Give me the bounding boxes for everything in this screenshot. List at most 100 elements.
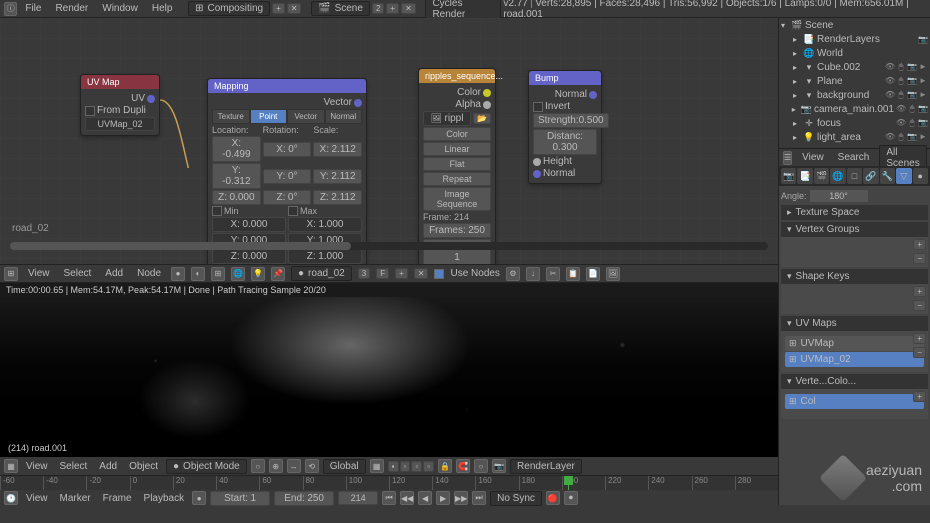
min-z[interactable]: Z: 0.000 [212,249,286,264]
outliner-item[interactable]: ▸📑RenderLayers📷 [779,32,930,46]
menu-frame[interactable]: Frame [99,492,136,505]
menu-select[interactable]: Select [60,267,96,280]
distance-field[interactable]: Distanc: 0.300 [533,129,597,155]
add-layout-button[interactable]: + [272,3,285,14]
uvmap-item[interactable]: ⊞ UVMap [785,336,924,351]
max-z[interactable]: Z: 1.000 [288,249,362,264]
menu-add[interactable]: Add [101,267,127,280]
menu-marker[interactable]: Marker [56,492,95,505]
vcolor-item[interactable]: ⊞ Col [785,394,924,409]
frames-field[interactable]: Frames: 250 [423,223,491,238]
image-datablock[interactable]: 🖼 rippl [423,111,471,126]
scale-x[interactable]: X: 2.112 [313,142,362,157]
panel-shape-keys[interactable]: ▾ Shape Keys [781,269,928,284]
autokey-icon[interactable]: 🔴 [546,491,560,505]
screen-layout-dropdown[interactable]: ⊞Compositing [188,1,270,16]
disclosure-icon[interactable]: ▸ [793,133,801,142]
add-scene-button[interactable]: + [386,3,399,14]
properties-panel[interactable]: Angle:180° ▸ Texture Space ▾ Vertex Grou… [779,186,930,505]
tab-point[interactable]: Point [250,109,288,124]
restrict-icon[interactable]: 🖱 [907,104,917,114]
remove-button[interactable]: − [913,253,926,264]
restrict-icon[interactable]: 👁 [885,132,895,142]
remove-button[interactable]: − [913,347,926,358]
restrict-icon[interactable]: 📷 [907,62,917,72]
scene-dropdown[interactable]: 🎬Scene [311,1,370,16]
remove-layout-button[interactable]: ✕ [287,3,302,14]
jump-end-icon[interactable]: ⏭ [472,491,486,505]
scene-users[interactable]: 2 [372,3,384,14]
next-key-icon[interactable]: ▶▶ [454,491,468,505]
outliner-item[interactable]: Scene [805,20,928,31]
restrict-icon[interactable]: 📷 [918,118,928,128]
node-options-icon[interactable]: ⚙ [506,267,520,281]
pin-icon[interactable]: 📌 [271,267,285,281]
menu-add[interactable]: Add [95,460,121,473]
panel-vertex-groups[interactable]: ▾ Vertex Groups [781,222,928,237]
restrict-icon[interactable]: 🖱 [896,132,906,142]
loc-y[interactable]: Y: -0.312 [212,163,261,189]
invert-checkbox[interactable] [533,102,543,112]
scale-y[interactable]: Y: 2.112 [313,169,362,184]
tab-vector[interactable]: Vector [287,109,325,124]
restrict-icon[interactable]: 📷 [907,76,917,86]
menu-window[interactable]: Window [96,1,144,16]
outliner-item[interactable]: ▸▾background👁🖱📷► [779,88,930,102]
outliner-item[interactable]: ▸▾Plane👁🖱📷► [779,74,930,88]
tab-render[interactable]: 📷 [781,168,796,184]
loc-z[interactable]: Z: 0.000 [212,190,261,205]
restrict-icon[interactable]: 📷 [907,132,917,142]
uvmap-item-active[interactable]: ⊞ UVMap_02 [785,352,924,367]
restrict-icon[interactable]: 👁 [885,62,895,72]
menu-playback[interactable]: Playback [140,492,189,505]
shape-keys-list[interactable]: + − [781,284,928,314]
rot-z[interactable]: Z: 0° [263,190,312,205]
remove-button[interactable]: − [913,300,926,311]
disclosure-icon[interactable]: ▸ [793,77,801,86]
menu-view[interactable]: View [22,492,52,505]
info-icon[interactable]: ⓘ [4,2,17,16]
current-frame[interactable]: 214 [338,491,378,505]
restrict-icon[interactable]: 🖱 [896,90,906,100]
proportional-icon[interactable]: ○ [474,459,488,473]
interpolation[interactable]: Linear [423,142,491,156]
add-button[interactable]: + [913,391,926,402]
disclosure-icon[interactable]: ▸ [793,35,801,44]
menu-render[interactable]: Render [49,1,94,16]
restrict-icon[interactable]: 📷 [918,104,928,114]
tab-material[interactable]: ● [913,168,928,184]
manipulator-icon[interactable]: ↔ [287,459,301,473]
max-x[interactable]: X: 1.000 [288,217,362,232]
restrict-icon[interactable]: ► [918,62,928,72]
tab-scene[interactable]: 🎬 [814,168,829,184]
layers-icon[interactable]: ▦ [370,459,384,473]
add-button[interactable]: + [913,239,926,250]
outliner-item[interactable]: ▸🌐World [779,46,930,60]
prev-key-icon[interactable]: ◀◀ [400,491,414,505]
end-frame[interactable]: End: 250 [274,491,334,506]
menu-node[interactable]: Node [133,267,165,280]
editor-type-icon[interactable]: ☰ [783,151,792,165]
menu-view[interactable]: View [24,267,54,280]
extension[interactable]: Repeat [423,172,491,186]
scale-z[interactable]: Z: 2.112 [313,190,362,205]
editor-type-icon[interactable]: ⊞ [4,267,18,281]
tree-type-icon[interactable]: ◐ [191,267,205,281]
menu-help[interactable]: Help [146,1,179,16]
start-frame[interactable]: Start: 1 [210,491,270,506]
remove-scene-button[interactable]: ✕ [401,3,416,14]
tab-object[interactable]: □ [847,168,862,184]
from-dupli-checkbox[interactable] [85,106,95,116]
menu-select[interactable]: Select [56,460,92,473]
node-editor[interactable]: UV Map UV From Dupli UVMap_02 Mapping Ve… [0,18,778,264]
angle-field[interactable]: 180° [809,189,869,203]
outliner-item[interactable]: ▸✛focus👁🖱📷 [779,116,930,130]
strength-field[interactable]: Strength:0.500 [533,113,609,128]
timeline[interactable]: -60 -40 -20 0 20 40 60 80 100 120 140 16… [0,475,778,505]
image-editor[interactable]: Time:00:00.65 | Mem:54.17M, Peak:54.17M … [0,282,778,457]
material-dropdown[interactable]: ● road_02 [291,266,352,281]
node-editor-scrollbar[interactable] [10,242,768,250]
tab-modifiers[interactable]: 🔧 [880,168,895,184]
users-count[interactable]: 3 [358,268,370,279]
source[interactable]: Image Sequence [423,187,491,211]
